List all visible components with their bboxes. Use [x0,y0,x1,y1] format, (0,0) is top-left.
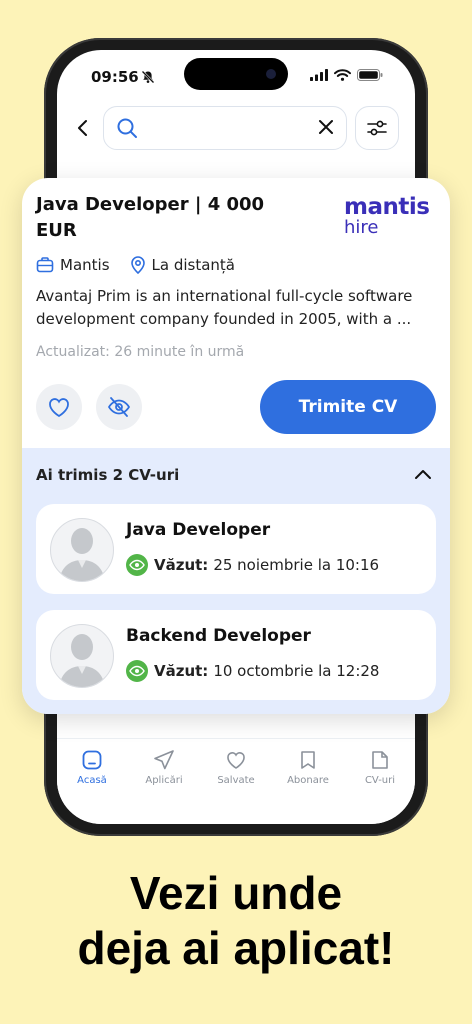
status-label: Văzut: [154,662,209,680]
nav-item-saved[interactable]: Salvate [201,749,271,786]
nav-label: Abonare [287,775,329,786]
company-info: Mantis [36,256,110,274]
nav-label: CV-uri [364,775,396,786]
job-card[interactable]: Java Developer | 4 000 EUR mantis hire M… [22,178,450,714]
application-title: Java Developer [126,520,271,540]
applied-section: Ai trimis 2 CV-uri Java Developer Văzut:… [22,448,450,714]
location-pin-icon [130,256,145,274]
bell-off-icon [141,70,155,84]
send-cv-button[interactable]: Trimite CV [260,380,436,434]
nav-item-subscriptions[interactable]: Abonare [273,749,343,786]
application-item[interactable]: Java Developer Văzut: 25 noiembrie la 10… [36,504,436,594]
person-placeholder-icon [59,634,105,687]
status-value: 25 noiembrie la 10:16 [213,556,380,574]
promo-headline: Vezi unde deja ai aplicat! [0,866,472,976]
signal-icon [310,69,328,81]
eye-icon [126,554,148,576]
search-input[interactable] [144,115,308,143]
status-label: Văzut: [154,556,209,574]
heart-icon [49,398,69,418]
job-meta: Mantis La distanță [36,256,255,274]
search-bar[interactable] [103,106,347,150]
eye-icon [126,660,148,682]
logo-text-sub: hire [344,217,379,238]
nav-item-applications[interactable]: Aplicări [129,749,199,786]
camera-icon [266,69,276,79]
applied-title: Ai trimis 2 CV-uri [36,466,180,484]
send-icon [154,750,174,770]
back-arrow-icon[interactable] [71,116,95,140]
hide-job-button[interactable] [96,384,142,430]
filter-button[interactable] [355,106,399,150]
home-icon [82,750,102,770]
search-icon [117,118,137,138]
updated-time: Actualizat: 26 minute în urmă [36,344,245,360]
headline-line-2: deja ai aplicat! [77,922,395,974]
company-name: Mantis [60,256,110,274]
status-value: 10 octombrie la 12:28 [213,662,380,680]
location-info: La distanță [130,256,235,274]
company-logo: mantis hire [344,196,436,238]
application-status: Văzut: 10 octombrie la 12:28 [126,660,379,682]
wifi-icon [334,69,351,81]
avatar [50,624,114,688]
document-icon [372,751,388,769]
nav-item-home[interactable]: Acasă [57,749,127,786]
job-description: Avantaj Prim is an international full-cy… [36,287,413,328]
avatar [50,518,114,582]
bookmark-icon [301,751,315,769]
status-icons [310,69,383,81]
application-status: Văzut: 25 noiembrie la 10:16 [126,554,379,576]
battery-icon [357,69,383,81]
person-placeholder-icon [59,528,105,581]
heart-icon [227,752,245,769]
logo-text-main: mantis [344,194,430,220]
nav-label: Acasă [77,775,107,786]
application-item[interactable]: Backend Developer Văzut: 10 octombrie la… [36,610,436,700]
favorite-button[interactable] [36,384,82,430]
nav-item-cvs[interactable]: CV-uri [345,749,415,786]
status-time: 09:56 [91,68,139,86]
eye-off-icon [107,397,131,417]
application-title: Backend Developer [126,626,311,646]
job-location: La distanță [151,256,235,274]
nav-label: Salvate [217,775,255,786]
job-title: Java Developer | 4 000 EUR [36,194,265,241]
nav-label: Aplicări [145,775,183,786]
headline-line-1: Vezi unde [129,867,343,919]
briefcase-icon [36,257,54,273]
close-icon[interactable] [318,119,334,135]
bottom-navigation: Acasă Aplicări Salvate Abonare CV-uri [57,738,415,824]
chevron-up-icon[interactable] [414,468,432,480]
sliders-icon [367,120,387,136]
dynamic-island [184,58,288,90]
